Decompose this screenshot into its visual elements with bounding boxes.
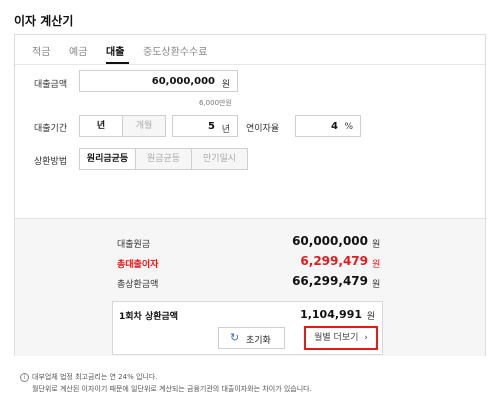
principal-unit: 원 xyxy=(372,240,381,250)
note-legal-rate: i 대부업체 법정 최고금리는 연 24% 입니다. xyxy=(20,371,312,383)
loan-period-unit: 년 xyxy=(221,125,230,135)
total-interest-value: 6,299,479 xyxy=(300,254,368,268)
total-repayment-label: 총상환금액 xyxy=(117,280,159,290)
repay-method-label: 상환방법 xyxy=(34,157,68,167)
total-repayment-value: 66,299,479 xyxy=(292,274,368,288)
interest-rate-label: 연이자율 xyxy=(246,124,280,134)
reset-button[interactable]: ↻ 초기화 xyxy=(218,327,285,349)
tab-prepayment-fee[interactable]: 중도상환수수료 xyxy=(143,43,207,58)
first-installment-unit: 원 xyxy=(366,312,375,322)
repay-option-equal-installment[interactable]: 원리금균등 xyxy=(79,148,136,170)
total-interest-unit: 원 xyxy=(372,260,381,270)
tab-deposit[interactable]: 예금 xyxy=(69,43,87,58)
loan-period-value: 5 xyxy=(208,121,215,132)
active-tab-underline xyxy=(106,62,129,64)
period-unit-month-button[interactable]: 개월 xyxy=(122,115,166,137)
interest-rate-unit: % xyxy=(344,122,353,132)
interest-rate-input[interactable]: 4 % xyxy=(295,115,361,137)
reset-label: 초기화 xyxy=(246,336,271,346)
interest-rate-value: 4 xyxy=(331,121,338,132)
total-interest-label: 총대출이자 xyxy=(117,260,159,270)
tab-loan[interactable]: 대출 xyxy=(106,43,124,58)
principal-label: 대출원금 xyxy=(117,240,151,250)
first-installment-label: 1회차 상환금액 xyxy=(119,312,179,322)
repay-option-equal-principal[interactable]: 원금균등 xyxy=(135,148,192,170)
loan-period-label: 대출기간 xyxy=(34,124,68,134)
loan-period-input[interactable]: 5 년 xyxy=(172,115,238,137)
loan-amount-unit: 원 xyxy=(221,80,230,90)
info-icon: i xyxy=(20,372,29,382)
note-monthly-calc: 월단위로 계산된 이자이기 때문에 일단위로 계산되는 금융기관의 대출이자와는… xyxy=(32,385,312,393)
notes: i 대부업체 법정 최고금리는 연 24% 입니다. 월단위로 계산된 이자이기 … xyxy=(20,371,312,395)
period-unit-year-button[interactable]: 년 xyxy=(79,115,123,137)
monthly-more-label: 월별 더보기 xyxy=(314,333,359,343)
loan-amount-value: 60,000,000 xyxy=(151,76,215,87)
total-repayment-unit: 원 xyxy=(372,280,381,290)
loan-amount-label: 대출금액 xyxy=(34,80,68,90)
monthly-more-button[interactable]: 월별 더보기 › xyxy=(304,326,378,350)
first-installment-value: 1,104,991 xyxy=(300,308,362,321)
loan-amount-input[interactable]: 60,000,000 원 xyxy=(79,70,238,92)
tab-bar: 적금 예금 대출 중도상환수수료 xyxy=(15,35,485,65)
page-title: 이자 계산기 xyxy=(14,14,74,28)
tab-savings[interactable]: 적금 xyxy=(32,43,50,58)
refresh-icon: ↻ xyxy=(230,331,240,344)
loan-amount-hint: 6,000만원 xyxy=(199,99,232,107)
principal-value: 60,000,000 xyxy=(292,234,368,248)
repay-option-bullet[interactable]: 만기일시 xyxy=(191,148,248,170)
chevron-right-icon: › xyxy=(364,333,368,343)
calculator-card: 적금 예금 대출 중도상환수수료 대출금액 60,000,000 원 6,000… xyxy=(14,34,486,356)
